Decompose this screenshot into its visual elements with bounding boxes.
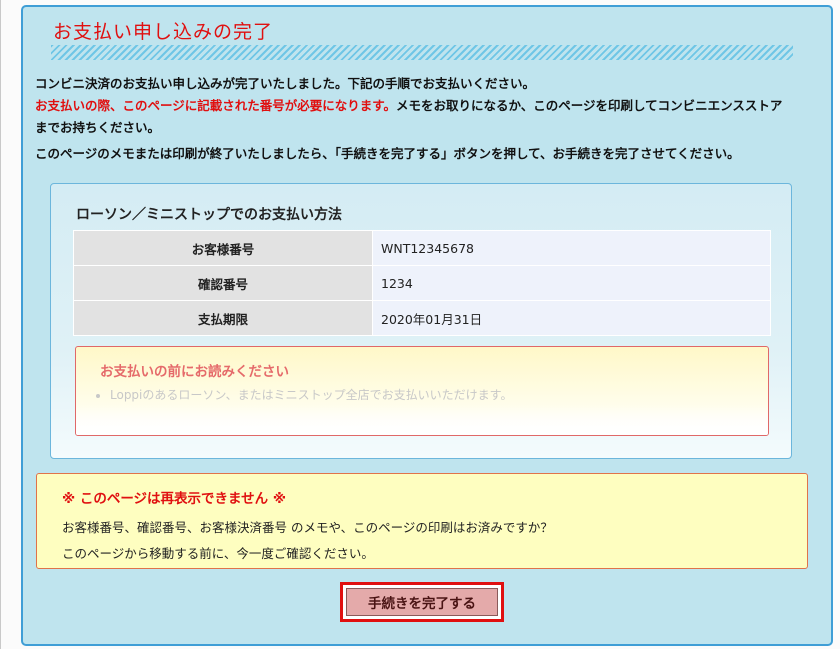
intro-line-1: コンビニ決済のお支払い申し込みが完了いたしました。下記の手順でお支払いください。 <box>35 76 536 91</box>
complete-button-highlight: 手続きを完了する <box>340 582 504 622</box>
list-item: Loppiのあるローソン、またはミニストップ全店でお支払いいただけます。 <box>110 387 512 403</box>
pre-payment-notice: お支払いの前にお読みください Loppiのあるローソン、またはミニストップ全店で… <box>75 346 769 436</box>
table-row: 確認番号 1234 <box>73 265 771 301</box>
intro-warning-red: お支払いの際、このページに記載された番号が必要になります。 <box>35 98 397 113</box>
payment-deadline-value: 2020年01月31日 <box>372 300 771 336</box>
payment-deadline-label: 支払期限 <box>73 300 373 336</box>
intro-line-4: このページのメモまたは印刷が終了いたしましたら、「手続きを完了する」ボタンを押し… <box>35 146 740 161</box>
page-frame: お支払い申し込みの完了 コンビニ決済のお支払い申し込みが完了いたしました。下記の… <box>0 0 840 649</box>
confirmation-number-value: 1234 <box>372 265 771 301</box>
customer-number-label: お客様番号 <box>73 230 373 266</box>
warning-heading: ※ このページは再表示できません ※ <box>62 491 286 507</box>
notice-heading: お支払いの前にお読みください <box>100 364 289 380</box>
complete-procedure-button[interactable]: 手続きを完了する <box>346 588 498 616</box>
intro-line-2: お支払いの際、このページに記載された番号が必要になります。メモをお取りになるか、… <box>35 95 815 117</box>
completion-panel: お支払い申し込みの完了 コンビニ決済のお支払い申し込みが完了いたしました。下記の… <box>21 5 833 646</box>
payment-method-box: ローソン／ミニストップでのお支払い方法 お客様番号 WNT12345678 確認… <box>50 183 792 459</box>
no-redisplay-warning: ※ このページは再表示できません ※ お客様番号、確認番号、お客様決済番号 のメ… <box>36 473 808 569</box>
payment-info-table: お客様番号 WNT12345678 確認番号 1234 支払期限 2020年01… <box>73 230 771 336</box>
notice-list: Loppiのあるローソン、またはミニストップ全店でお支払いいただけます。 <box>90 387 512 403</box>
payment-method-title: ローソン／ミニストップでのお支払い方法 <box>76 207 342 223</box>
table-row: お客様番号 WNT12345678 <box>73 230 771 266</box>
page-title: お支払い申し込みの完了 <box>51 17 793 63</box>
warning-line-1: お客様番号、確認番号、お客様決済番号 のメモや、このページの印刷はお済みですか？ <box>62 520 553 535</box>
warning-line-2: このページから移動する前に、今一度ご確認ください。 <box>62 546 374 561</box>
intro-line-3: までお持ちください。 <box>35 120 161 135</box>
notice-fade-overlay <box>76 405 768 435</box>
intro-text: コンビニ決済のお支払い申し込みが完了いたしました。下記の手順でお支払いください。… <box>35 73 815 165</box>
table-row: 支払期限 2020年01月31日 <box>73 300 771 336</box>
customer-number-value: WNT12345678 <box>372 230 771 266</box>
confirmation-number-label: 確認番号 <box>73 265 373 301</box>
page-title-text: お支払い申し込みの完了 <box>51 17 278 44</box>
intro-line-2-rest: メモをお取りになるか、このページを印刷してコンビニエンスストア <box>396 98 783 113</box>
